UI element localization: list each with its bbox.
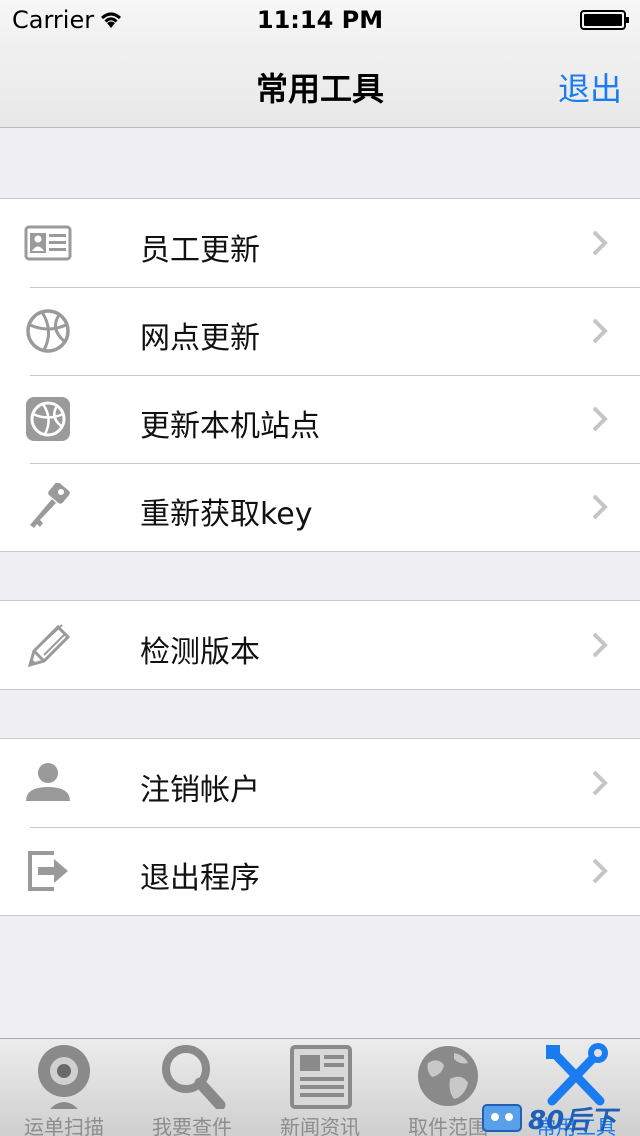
battery-icon bbox=[580, 10, 629, 30]
settings-group-1: 员工更新 网点更新 更新本机站点 重新获取key bbox=[0, 198, 640, 552]
exit-icon bbox=[28, 851, 68, 891]
chevron-right-icon bbox=[592, 770, 608, 796]
cassette-icon bbox=[482, 1104, 522, 1132]
row-label: 重新获取key bbox=[140, 497, 313, 532]
row-label: 网点更新 bbox=[140, 321, 260, 356]
id-card-icon bbox=[24, 225, 72, 261]
row-label: 退出程序 bbox=[140, 861, 260, 896]
chevron-right-icon bbox=[592, 632, 608, 658]
tab-news[interactable]: 新闻资讯 bbox=[256, 1039, 384, 1136]
watermark-text: 80后下载 bbox=[528, 1106, 617, 1136]
watermark-logo: 80后下载 bbox=[480, 1098, 640, 1136]
row-label: 注销帐户 bbox=[140, 773, 260, 808]
status-time: 11:14 PM bbox=[256, 6, 384, 34]
row-label: 更新本机站点 bbox=[140, 409, 320, 444]
tab-label: 运单扫描 bbox=[24, 1115, 104, 1136]
logout-button[interactable]: 退出 bbox=[558, 64, 622, 110]
row-label: 检测版本 bbox=[140, 635, 260, 670]
tab-track-package[interactable]: 我要查件 bbox=[128, 1039, 256, 1136]
search-icon bbox=[162, 1045, 226, 1109]
page-title: 常用工具 bbox=[255, 70, 384, 108]
row-label: 员工更新 bbox=[140, 233, 260, 268]
chevron-right-icon bbox=[592, 494, 608, 520]
tab-waybill-scan[interactable]: 运单扫描 bbox=[0, 1039, 128, 1136]
settings-group-3: 注销帐户 退出程序 bbox=[0, 738, 640, 916]
pen-icon bbox=[27, 624, 71, 668]
chevron-right-icon bbox=[592, 858, 608, 884]
tab-label: 新闻资讯 bbox=[280, 1115, 360, 1136]
newspaper-icon bbox=[290, 1045, 352, 1109]
row-check-version[interactable]: 检测版本 bbox=[0, 601, 640, 689]
settings-group-2: 检测版本 bbox=[0, 600, 640, 690]
chevron-right-icon bbox=[592, 230, 608, 256]
globe-icon bbox=[418, 1046, 478, 1106]
navigation-bar: 常用工具 退出 bbox=[0, 40, 640, 128]
chevron-right-icon bbox=[592, 318, 608, 344]
row-logout-account[interactable]: 注销帐户 bbox=[0, 739, 640, 827]
user-icon bbox=[26, 763, 70, 801]
basketball-icon bbox=[26, 309, 70, 353]
key-icon bbox=[30, 483, 70, 528]
row-reacquire-key[interactable]: 重新获取key bbox=[0, 463, 640, 551]
row-branch-update[interactable]: 网点更新 bbox=[0, 287, 640, 375]
row-update-local-station[interactable]: 更新本机站点 bbox=[0, 375, 640, 463]
status-bar: Carrier 11:14 PM bbox=[0, 0, 640, 40]
chevron-right-icon bbox=[592, 406, 608, 432]
tab-label: 我要查件 bbox=[152, 1115, 232, 1136]
row-employee-update[interactable]: 员工更新 bbox=[0, 199, 640, 287]
basketball-square-icon bbox=[26, 397, 70, 441]
row-exit-program[interactable]: 退出程序 bbox=[0, 827, 640, 915]
webcam-icon bbox=[38, 1045, 90, 1109]
